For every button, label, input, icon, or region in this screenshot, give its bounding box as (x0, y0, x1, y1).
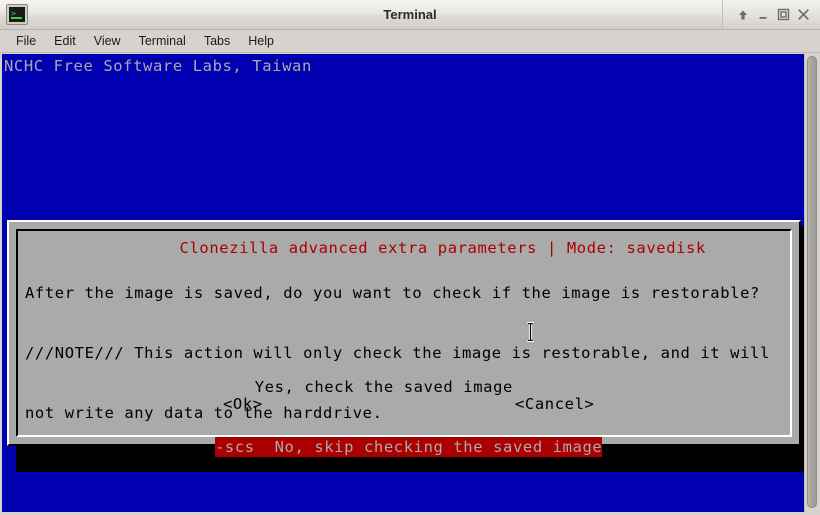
close-button[interactable] (793, 5, 813, 25)
terminal-frame: NCHC Free Software Labs, Taiwan Clonezil… (0, 54, 820, 515)
menu-file[interactable]: File (7, 32, 45, 50)
menu-terminal[interactable]: Terminal (130, 32, 195, 50)
menu-view[interactable]: View (85, 32, 130, 50)
ok-button[interactable]: <Ok> (223, 394, 263, 414)
option-yes-check[interactable]: Yes, check the saved image (2, 357, 804, 396)
window-titlebar: >_ Terminal (0, 0, 820, 30)
terminal-screen[interactable]: NCHC Free Software Labs, Taiwan Clonezil… (2, 54, 804, 512)
menu-bar: File Edit View Terminal Tabs Help (0, 30, 820, 53)
window-controls (722, 0, 820, 29)
shade-button[interactable] (733, 5, 753, 25)
menu-edit[interactable]: Edit (45, 32, 85, 50)
terminal-header-line: NCHC Free Software Labs, Taiwan (4, 57, 312, 75)
window-title: Terminal (383, 7, 437, 22)
menu-tabs[interactable]: Tabs (195, 32, 239, 50)
option-no-skip[interactable]: -scs No, skip checking the saved image (2, 417, 804, 457)
dialog-title: Clonezilla advanced extra parameters | M… (2, 218, 804, 278)
maximize-button[interactable] (773, 5, 793, 25)
dialog-body-line-1: After the image is saved, do you want to… (25, 284, 760, 302)
menu-help[interactable]: Help (239, 32, 283, 50)
terminal-scrollbar[interactable] (804, 54, 818, 513)
terminal-window: >_ Terminal File Edit View Terminal Tabs… (0, 0, 820, 515)
scrollbar-thumb[interactable] (807, 56, 817, 508)
dialog-title-text: Clonezilla advanced extra parameters | M… (173, 239, 712, 257)
minimize-button[interactable] (753, 5, 773, 25)
cancel-button[interactable]: <Cancel> (515, 394, 594, 414)
option-no-skip-label: -scs No, skip checking the saved image (215, 437, 603, 457)
dialog-button-row: <Ok> <Cancel> (2, 394, 804, 414)
